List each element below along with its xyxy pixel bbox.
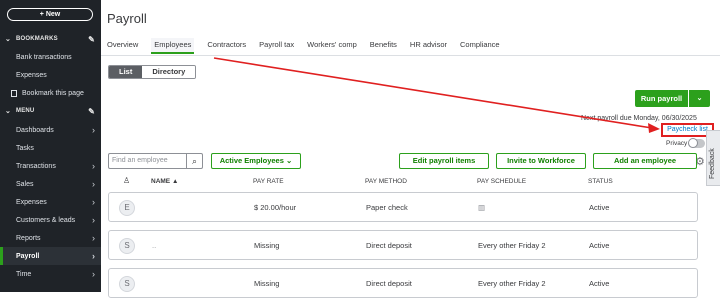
privacy-toggle[interactable] — [688, 138, 705, 148]
pay-method: Direct deposit — [366, 241, 412, 250]
pay-method: Paper check — [366, 203, 408, 212]
chevron-right-icon: › — [92, 251, 95, 261]
sidebar-item-time[interactable]: Time › — [0, 265, 101, 283]
col-name[interactable]: NAME ▲ — [151, 178, 178, 185]
chevron-right-icon: › — [92, 269, 95, 279]
employee-search[interactable]: Find an employee ⌕ — [108, 153, 203, 169]
pay-schedule: ▥ — [478, 203, 486, 212]
sidebar-item-payroll[interactable]: Payroll › — [0, 247, 101, 265]
employee-name[interactable]: .. — [152, 241, 156, 250]
status: Active — [589, 203, 610, 212]
sidebar-item-reports[interactable]: Reports › — [0, 229, 101, 247]
search-input[interactable]: Find an employee — [109, 154, 186, 168]
sidebar-item-sales[interactable]: Sales › — [0, 175, 101, 193]
run-payroll-button[interactable]: Run payroll ⌄ — [635, 90, 710, 107]
tab-employees[interactable]: Employees — [151, 38, 195, 54]
person-icon: ♙ — [123, 176, 131, 185]
chevron-down-icon[interactable]: ⌄ — [689, 90, 710, 107]
avatar: E — [119, 200, 135, 216]
chevron-right-icon: › — [92, 197, 95, 207]
status: Active — [589, 279, 610, 288]
tab-hr-advisor[interactable]: HR advisor — [410, 38, 447, 54]
pay-schedule: Every other Friday 2 — [478, 241, 546, 250]
pay-rate: Missing — [254, 241, 280, 250]
chevron-down-icon: ⌄ — [4, 36, 12, 43]
sidebar-item-bank-transactions[interactable]: Bank transactions — [0, 48, 101, 66]
status: Active — [589, 241, 610, 250]
col-pay-schedule: PAY SCHEDULE — [477, 178, 527, 185]
chevron-down-icon: ⌄ — [4, 108, 12, 115]
table-header: ♙ NAME ▲ PAY RATE PAY METHOD PAY SCHEDUL… — [108, 175, 698, 189]
tab-compliance[interactable]: Compliance — [460, 38, 500, 54]
left-sidebar: + New ⌄ BOOKMARKS ✎ Bank transactions Ex… — [0, 0, 101, 292]
sidebar-item-transactions[interactable]: Transactions › — [0, 157, 101, 175]
sidebar-item-tasks[interactable]: Tasks — [0, 139, 101, 157]
pay-method: Direct deposit — [366, 279, 412, 288]
tab-workers-comp[interactable]: Workers' comp — [307, 38, 357, 54]
pay-rate: Missing — [254, 279, 280, 288]
avatar: S — [119, 276, 135, 292]
table-row[interactable]: S .. Missing Direct deposit Every other … — [108, 230, 698, 260]
menu-section-header[interactable]: ⌄ MENU ✎ — [0, 104, 101, 118]
chevron-right-icon: › — [92, 179, 95, 189]
tab-benefits[interactable]: Benefits — [370, 38, 397, 54]
sidebar-item-expenses-bookmark[interactable]: Expenses — [0, 66, 101, 84]
edit-pencil-icon[interactable]: ✎ — [88, 107, 95, 116]
payroll-tabs: Overview Employees Contractors Payroll t… — [107, 38, 513, 54]
bookmarks-section-header[interactable]: ⌄ BOOKMARKS ✎ — [0, 32, 101, 46]
edit-payroll-items-button[interactable]: Edit payroll items — [399, 153, 489, 169]
feedback-tab[interactable]: Feedback — [706, 130, 720, 186]
next-payroll-due: Next payroll due Monday, 06/30/2025 — [581, 115, 697, 122]
col-pay-rate: PAY RATE — [253, 178, 284, 185]
list-view-button[interactable]: List — [109, 66, 143, 78]
col-status: STATUS — [588, 178, 613, 185]
avatar: S — [119, 238, 135, 254]
tab-divider — [101, 55, 720, 56]
sidebar-item-bookmark-this-page[interactable]: Bookmark this page — [0, 84, 101, 102]
tab-overview[interactable]: Overview — [107, 38, 138, 54]
privacy-label: Privacy — [666, 140, 688, 147]
chevron-right-icon: › — [92, 233, 95, 243]
main-content: Payroll Overview Employees Contractors P… — [101, 0, 720, 298]
table-row[interactable]: S Missing Direct deposit Every other Fri… — [108, 268, 698, 298]
pay-rate: $ 20.00/hour — [254, 203, 297, 212]
edit-pencil-icon[interactable]: ✎ — [88, 35, 95, 44]
invite-to-workforce-button[interactable]: Invite to Workforce — [496, 153, 586, 169]
add-employee-button[interactable]: Add an employee — [593, 153, 697, 169]
chevron-right-icon: › — [92, 161, 95, 171]
sidebar-item-dashboards[interactable]: Dashboards › — [0, 121, 101, 139]
chevron-right-icon: › — [92, 215, 95, 225]
table-row[interactable]: E $ 20.00/hour Paper check ▥ Active — [108, 192, 698, 222]
chevron-down-icon: ⌄ — [286, 156, 293, 165]
view-toggle: List Directory — [108, 65, 197, 79]
col-pay-method: PAY METHOD — [365, 178, 407, 185]
chevron-right-icon: › — [92, 125, 95, 135]
search-icon[interactable]: ⌕ — [186, 154, 202, 168]
tab-contractors[interactable]: Contractors — [207, 38, 246, 54]
tab-payroll-tax[interactable]: Payroll tax — [259, 38, 294, 54]
bookmark-icon — [11, 89, 17, 97]
page-title: Payroll — [107, 11, 147, 26]
sidebar-item-customers-leads[interactable]: Customers & leads › — [0, 211, 101, 229]
pay-schedule: Every other Friday 2 — [478, 279, 546, 288]
active-employees-filter[interactable]: Active Employees ⌄ — [211, 153, 301, 169]
sidebar-item-expenses[interactable]: Expenses › — [0, 193, 101, 211]
directory-view-button[interactable]: Directory — [142, 66, 196, 78]
new-button[interactable]: + New — [7, 8, 93, 21]
